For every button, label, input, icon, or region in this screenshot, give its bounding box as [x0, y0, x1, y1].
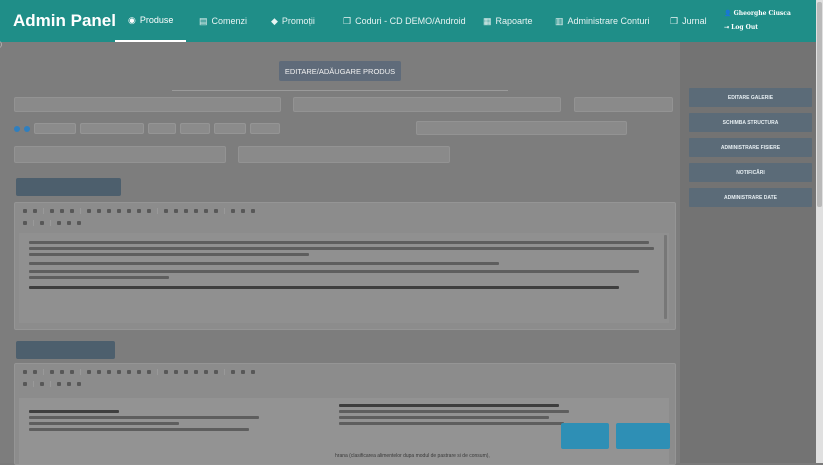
dashboard-icon: ◉	[128, 14, 136, 25]
logout-link[interactable]: ⇥ Log Out	[724, 21, 791, 35]
document-icon: ▤	[199, 15, 208, 26]
nav-label: Comenzi	[211, 16, 248, 26]
logout-label: Log Out	[731, 24, 758, 31]
description-editor-2[interactable]	[14, 363, 676, 465]
product-name-input[interactable]	[14, 97, 281, 112]
edit-gallery-button[interactable]: EDITARE GALERIE	[689, 88, 812, 107]
nav-item-comenzi[interactable]: ▤ Comenzi	[199, 0, 247, 42]
tag-icon: ◆	[271, 15, 278, 26]
nav-item-coduri[interactable]: ❐ Coduri - CD DEMO/Android	[343, 0, 466, 42]
category-select[interactable]	[14, 146, 226, 163]
tags-input[interactable]	[416, 121, 627, 135]
editor-toolbar	[23, 380, 81, 388]
nav-item-administrare-conturi[interactable]: ▥ Administrare Conturi	[555, 0, 650, 42]
preview-button[interactable]	[561, 423, 609, 449]
option-chip[interactable]	[148, 123, 176, 134]
nav-label: Produse	[139, 15, 174, 25]
option-chip[interactable]	[80, 123, 144, 134]
nav-label: Jurnal	[682, 16, 707, 26]
page-title-button[interactable]: EDITARE/ADĂUGARE PRODUS	[279, 61, 401, 81]
nav-label: Coduri - CD DEMO/Android	[355, 16, 466, 26]
title-divider	[172, 90, 508, 91]
editor-content[interactable]	[19, 233, 669, 323]
product-price-input[interactable]	[574, 97, 673, 112]
option-chip[interactable]	[180, 123, 210, 134]
editor-toolbar	[23, 368, 255, 376]
brand-title[interactable]: Admin Panel	[13, 11, 116, 31]
user-name: Gheorghe Ciusca	[733, 10, 791, 17]
notifications-button[interactable]: NOTIFICĂRI	[689, 163, 812, 182]
product-code-input[interactable]	[293, 97, 561, 112]
save-button[interactable]	[616, 423, 670, 449]
nav-item-jurnal[interactable]: ❐ Jurnal	[670, 0, 707, 42]
chart-icon: ▥	[555, 15, 564, 26]
change-structure-button[interactable]: SCHIMBA STRUCTURA	[689, 113, 812, 132]
manage-files-button[interactable]: ADMINISTRARE FISIERE	[689, 138, 812, 157]
user-name-link[interactable]: 👤 Gheorghe Ciusca	[724, 7, 791, 21]
nav-label: Promoții	[281, 16, 315, 26]
option-chip[interactable]	[250, 123, 280, 134]
option-chip[interactable]	[34, 123, 76, 134]
image-url-input[interactable]	[238, 146, 450, 163]
manage-data-button[interactable]: ADMINISTRARE DATE	[689, 188, 812, 207]
radio-option-2[interactable]	[24, 125, 30, 132]
copy-icon: ❐	[670, 15, 679, 26]
option-row	[14, 123, 280, 134]
option-chip[interactable]	[214, 123, 246, 134]
stray-marker: )	[0, 42, 2, 48]
user-box: 👤 Gheorghe Ciusca ⇥ Log Out	[724, 7, 791, 35]
nav-label: Administrare Conturi	[567, 16, 650, 26]
editor-toolbar	[23, 219, 81, 227]
editor-visible-text: hrana (clasificarea alimentelor dupa mod…	[335, 453, 490, 459]
user-icon: 👤	[724, 10, 732, 17]
description-editor-1[interactable]	[14, 202, 676, 330]
page-scrollbar-thumb[interactable]	[817, 2, 822, 207]
nav-item-produse[interactable]: ◉ Produse	[115, 0, 186, 42]
nav-label: Rapoarte	[495, 16, 533, 26]
radio-option-1[interactable]	[14, 125, 20, 132]
nav-item-promotii[interactable]: ◆ Promoții	[271, 0, 315, 42]
editor-toolbar	[23, 207, 255, 215]
section-1-toggle[interactable]	[16, 178, 121, 196]
section-2-toggle[interactable]	[16, 341, 115, 359]
calendar-icon: ▦	[483, 15, 492, 26]
logout-icon: ⇥	[724, 24, 730, 31]
copy-icon: ❐	[343, 15, 352, 26]
nav-item-rapoarte[interactable]: ▦ Rapoarte	[483, 0, 533, 42]
